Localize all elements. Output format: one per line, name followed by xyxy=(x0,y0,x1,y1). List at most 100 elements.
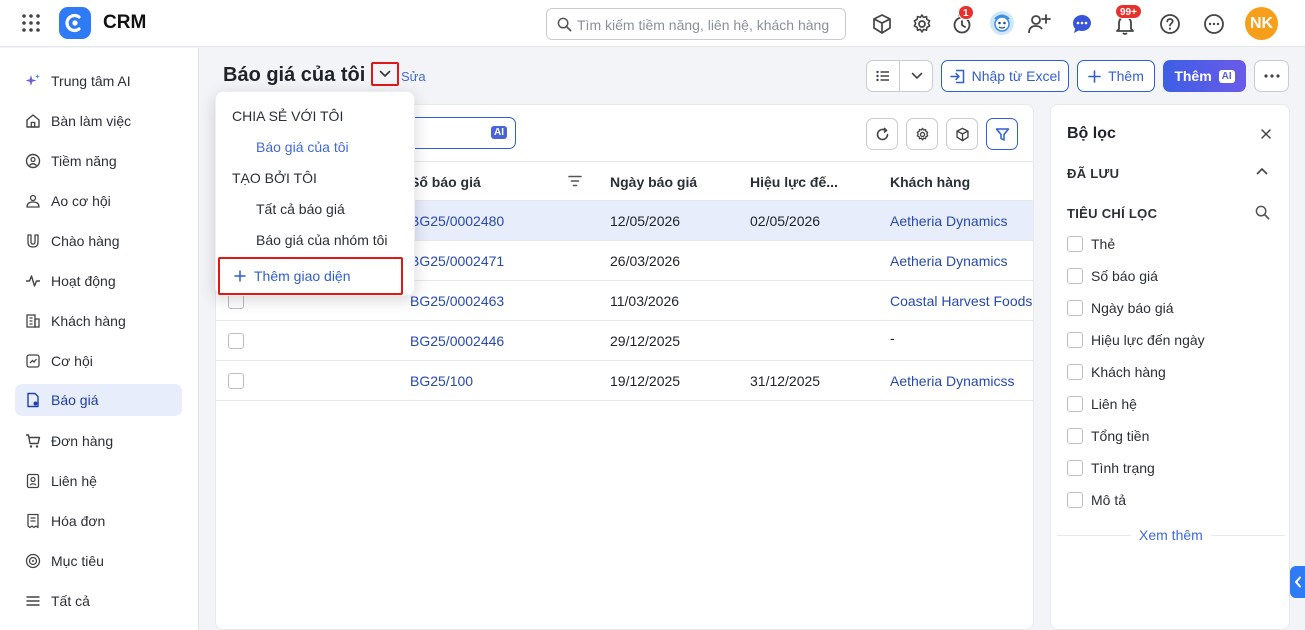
filter-checkbox[interactable] xyxy=(1067,492,1083,508)
edit-view-link[interactable]: Sửa xyxy=(401,69,426,84)
view-option-all-quotes[interactable]: Tất cả báo giá xyxy=(256,201,345,217)
column-header-valid-until[interactable]: Hiệu lực đế... xyxy=(750,174,838,190)
table-row[interactable]: BG25/100 19/12/2025 31/12/2025 Aetheria … xyxy=(216,361,1033,401)
view-mode-dropdown[interactable] xyxy=(900,61,933,91)
settings-gear-icon[interactable] xyxy=(910,12,934,36)
filter-checkbox[interactable] xyxy=(1067,268,1083,284)
list-view-button[interactable] xyxy=(867,61,900,91)
help-icon[interactable] xyxy=(1158,12,1182,36)
filter-option[interactable]: Liên hệ xyxy=(1067,396,1137,412)
import-excel-button[interactable]: Nhập từ Excel xyxy=(941,60,1069,92)
filter-option[interactable]: Ngày báo giá xyxy=(1067,300,1174,316)
box-settings-icon[interactable] xyxy=(870,12,894,36)
filter-checkbox[interactable] xyxy=(1067,396,1083,412)
refresh-button[interactable] xyxy=(866,118,898,150)
filter-checkbox[interactable] xyxy=(1067,236,1083,252)
column-header-customer[interactable]: Khách hàng xyxy=(890,174,970,190)
saved-filters-heading[interactable]: ĐÃ LƯU xyxy=(1067,166,1119,181)
ai-search-tag[interactable]: AI xyxy=(491,126,507,139)
search-input[interactable] xyxy=(577,15,837,35)
app-grid-icon[interactable] xyxy=(21,13,41,33)
quote-number-link[interactable]: BG25/0002463 xyxy=(410,293,504,309)
package-button[interactable] xyxy=(946,118,978,150)
more-actions-button[interactable] xyxy=(1254,60,1289,92)
crm-logo-icon[interactable] xyxy=(59,7,91,39)
sidebar-item-quotes[interactable]: Báo giá xyxy=(15,384,182,416)
customer-link[interactable]: Coastal Harvest Foods xyxy=(890,293,1032,309)
sidebar-item-offers[interactable]: Chào hàng xyxy=(15,225,182,257)
row-checkbox[interactable] xyxy=(228,373,244,389)
add-label: Thêm xyxy=(1108,68,1144,84)
sidebar-item-customers[interactable]: Khách hàng xyxy=(15,305,182,337)
filter-option[interactable]: Số báo giá xyxy=(1067,268,1158,284)
quote-date: 11/03/2026 xyxy=(610,293,680,309)
column-menu-icon[interactable] xyxy=(568,175,582,187)
dropdown-heading-shared: CHIA SẺ VỚI TÔI xyxy=(232,108,344,124)
more-options-icon[interactable] xyxy=(1202,12,1226,36)
sidebar-item-all[interactable]: Tất cả xyxy=(15,585,182,617)
filter-checkbox[interactable] xyxy=(1067,364,1083,380)
filter-option[interactable]: Tình trạng xyxy=(1067,460,1155,476)
magnet-icon xyxy=(25,233,41,249)
filter-checkbox[interactable] xyxy=(1067,332,1083,348)
customer-link[interactable]: Aetheria Dynamicss xyxy=(890,373,1015,389)
filter-option[interactable]: Thẻ xyxy=(1067,236,1115,252)
sidebar-item-activities[interactable]: Hoạt động xyxy=(15,265,182,297)
filter-checkbox[interactable] xyxy=(1067,428,1083,444)
customer-link[interactable]: Aetheria Dynamics xyxy=(890,253,1008,269)
add-view-button[interactable]: Thêm giao diện xyxy=(218,257,403,295)
add-button[interactable]: Thêm xyxy=(1077,60,1155,92)
sidebar-item-ai-center[interactable]: Trung tâm AI xyxy=(15,65,182,97)
global-search[interactable] xyxy=(546,8,846,40)
valid-until: 02/05/2026 xyxy=(750,213,821,229)
filter-checkbox[interactable] xyxy=(1067,460,1083,476)
sidebar-item-label: Tất cả xyxy=(51,593,90,609)
filter-criteria-heading: TIÊU CHÍ LỌC xyxy=(1067,206,1158,221)
add-user-icon[interactable] xyxy=(1027,12,1051,36)
table-settings-button[interactable] xyxy=(906,118,938,150)
filter-option[interactable]: Mô tả xyxy=(1067,492,1126,508)
quote-number-link[interactable]: BG25/0002471 xyxy=(410,253,504,269)
quote-number-link[interactable]: BG25/100 xyxy=(410,373,473,389)
sidebar-item-label: Tiềm năng xyxy=(51,153,117,169)
sidebar-item-workspace[interactable]: Bàn làm việc xyxy=(15,105,182,137)
sidebar-item-opportunities[interactable]: Cơ hội xyxy=(15,345,182,377)
sidebar-item-orders[interactable]: Đơn hàng xyxy=(15,425,182,457)
sidebar-item-invoices[interactable]: Hóa đơn xyxy=(15,505,182,537)
filter-option-label: Ngày báo giá xyxy=(1091,300,1174,316)
chevron-down-icon xyxy=(911,72,923,80)
filter-option[interactable]: Khách hàng xyxy=(1067,364,1166,380)
column-header-quote-number[interactable]: Số báo giá xyxy=(410,174,481,190)
quote-number-link[interactable]: BG25/0002446 xyxy=(410,333,504,349)
sidebar-item-label: Trung tâm AI xyxy=(51,73,131,89)
filter-option[interactable]: Tổng tiền xyxy=(1067,428,1149,444)
chevron-up-icon[interactable] xyxy=(1256,167,1268,175)
search-icon[interactable] xyxy=(1255,205,1270,220)
view-selector-chevron-down-icon[interactable] xyxy=(371,62,399,86)
sidebar-item-opportunity-pond[interactable]: Ao cơ hội xyxy=(15,185,182,217)
show-more-filters-link[interactable]: Xem thêm xyxy=(1131,527,1211,543)
close-icon[interactable] xyxy=(1257,125,1275,143)
filter-option[interactable]: Hiệu lực đến ngày xyxy=(1067,332,1205,348)
customer-link[interactable]: Aetheria Dynamics xyxy=(890,213,1008,229)
sidebar-item-contacts[interactable]: Liên hệ xyxy=(15,465,182,497)
sidebar-item-label: Hoạt động xyxy=(51,273,116,289)
sidebar-item-goals[interactable]: Mục tiêu xyxy=(15,545,182,577)
table-row[interactable]: BG25/0002446 29/12/2025 - xyxy=(216,321,1033,361)
chat-icon[interactable] xyxy=(1070,12,1094,36)
row-checkbox[interactable] xyxy=(228,333,244,349)
quote-number-link[interactable]: BG25/0002480 xyxy=(410,213,504,229)
column-header-quote-date[interactable]: Ngày báo giá xyxy=(610,174,697,190)
sidebar-item-label: Đơn hàng xyxy=(51,433,114,449)
cart-icon xyxy=(25,433,41,449)
user-avatar[interactable]: NK xyxy=(1245,7,1278,40)
ai-bot-avatar[interactable] xyxy=(990,11,1014,35)
view-option-my-quotes[interactable]: Báo giá của tôi xyxy=(256,139,349,155)
top-bar: CRM 1 99+ NK xyxy=(0,0,1305,47)
sidebar-item-leads[interactable]: Tiềm năng xyxy=(15,145,182,177)
view-option-team-quotes[interactable]: Báo giá của nhóm tôi xyxy=(256,232,388,248)
ai-add-button[interactable]: Thêm AI xyxy=(1163,60,1246,92)
filter-toggle-button[interactable] xyxy=(986,118,1018,150)
collapse-panel-toggle[interactable] xyxy=(1290,566,1305,598)
filter-checkbox[interactable] xyxy=(1067,300,1083,316)
